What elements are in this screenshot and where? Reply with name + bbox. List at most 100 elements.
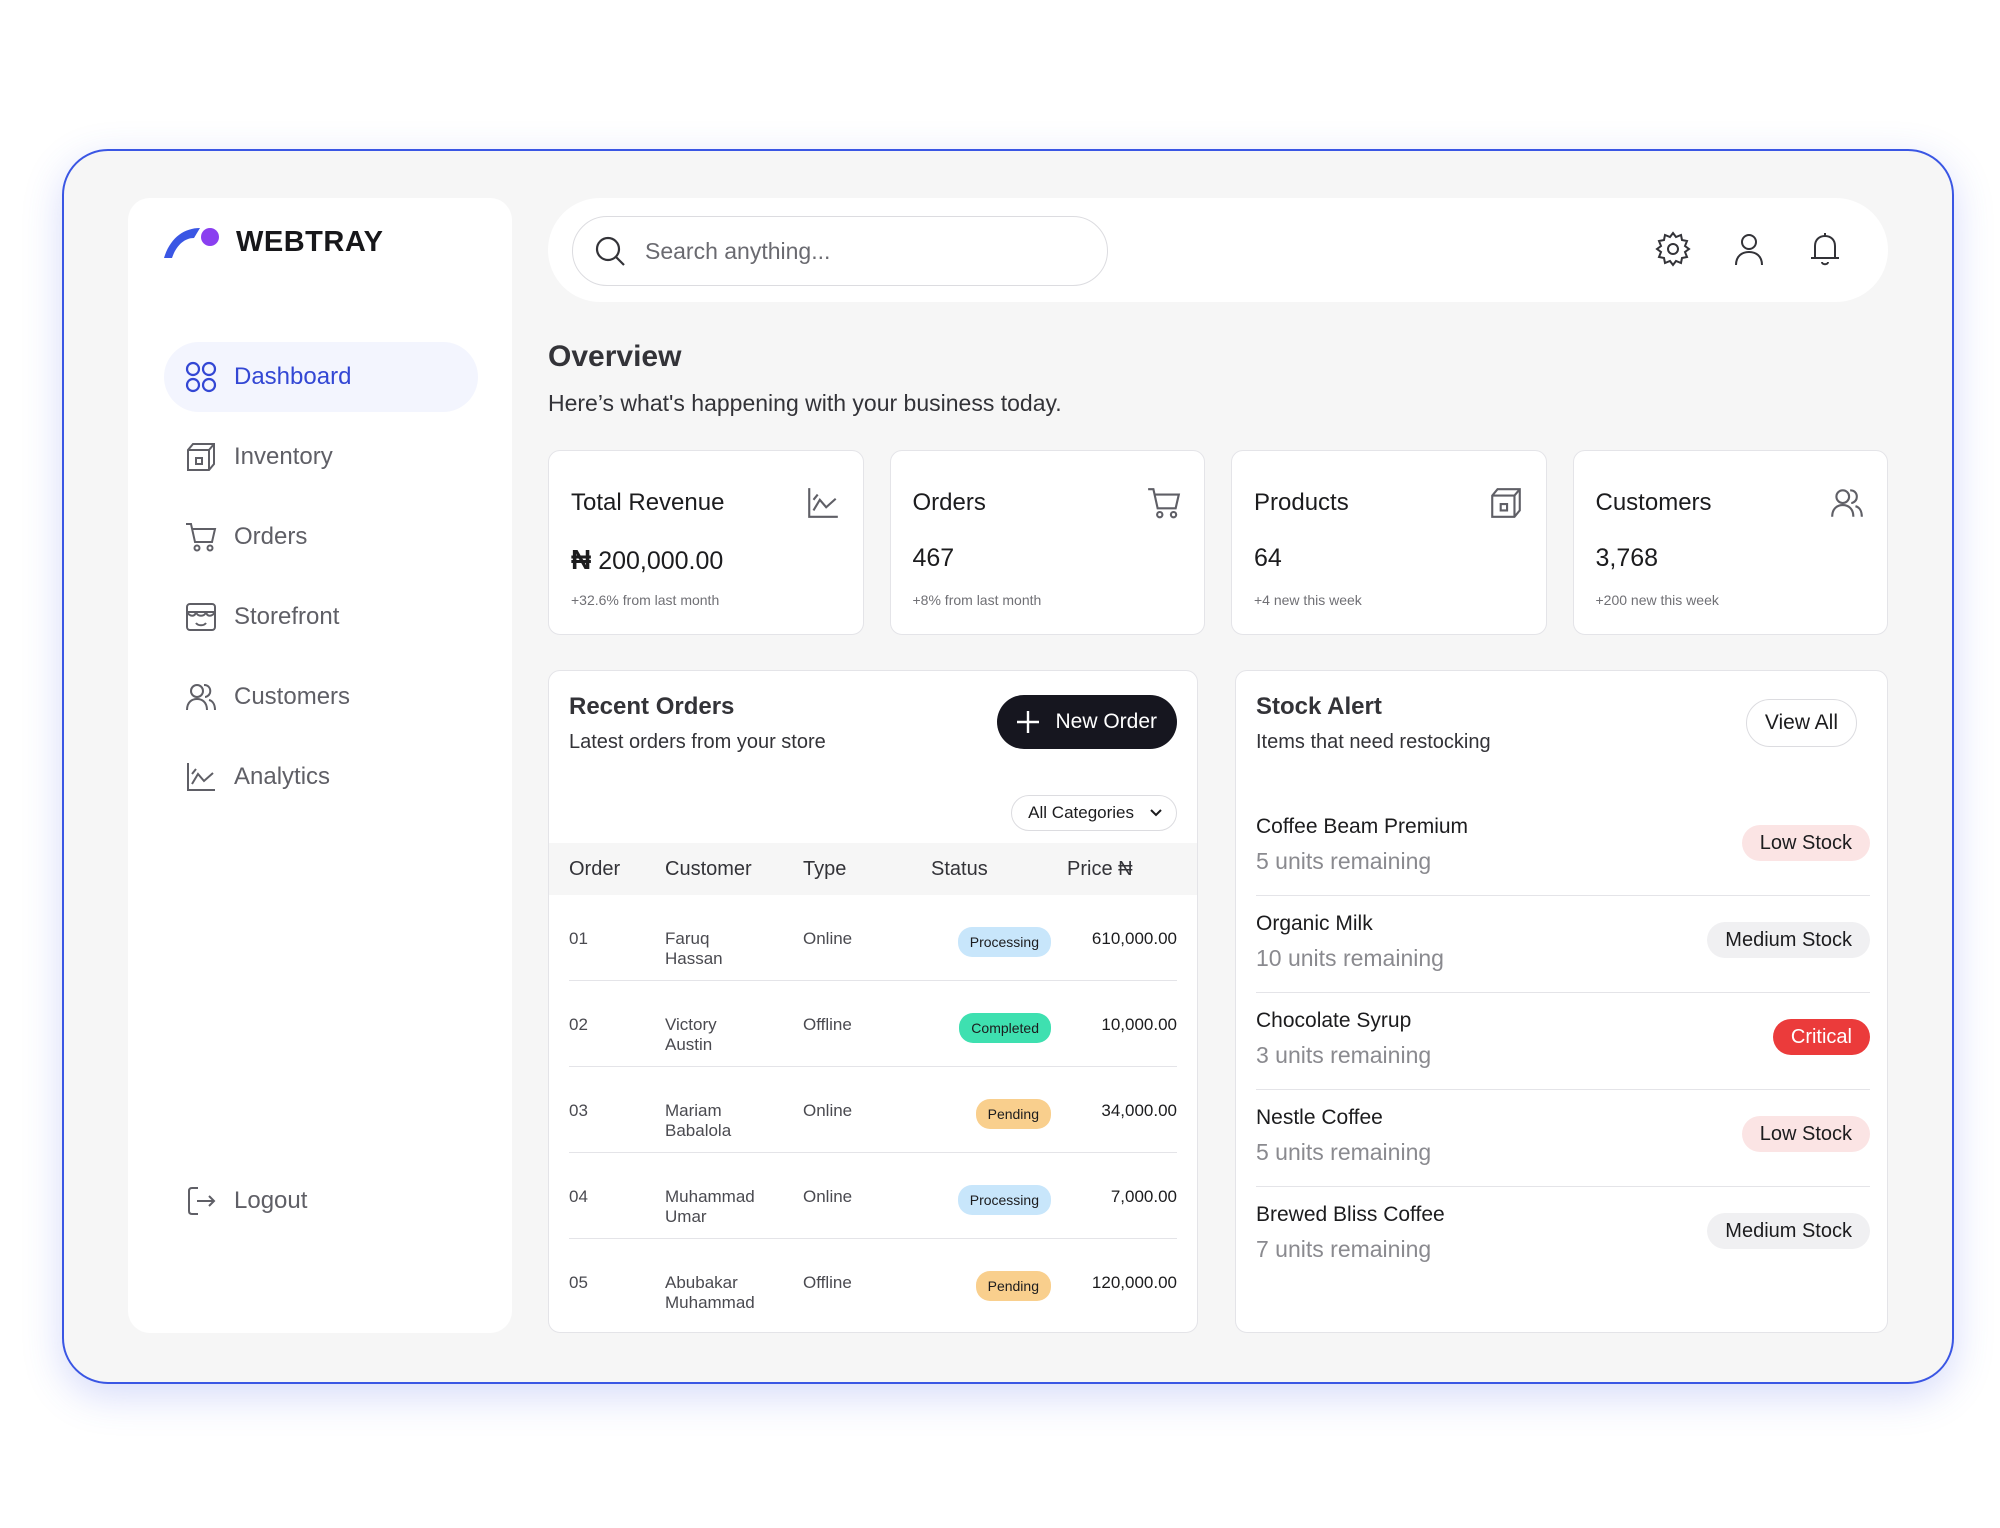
top-bar [548, 198, 1888, 302]
table-row[interactable]: 04 Muhammad Umar Online Processing 7,000.… [569, 1153, 1177, 1239]
order-id: 04 [569, 1187, 588, 1206]
stat-note: +8% from last month [912, 592, 1042, 608]
chart-icon [187, 763, 215, 791]
status-cell: Processing [931, 927, 1051, 957]
order-type: Online [803, 929, 853, 948]
status-cell: Pending [931, 1271, 1051, 1301]
units-remaining: 3 units remaining [1256, 1042, 1432, 1068]
list-item[interactable]: Nestle Coffee 5 units remaining Low Stoc… [1256, 1090, 1870, 1187]
stat-card-orders[interactable]: Orders 467 +8% from last month [889, 450, 1205, 635]
units-remaining: 5 units remaining [1256, 1139, 1432, 1165]
stat-card-products[interactable]: Products 64 +4 new this week [1231, 450, 1547, 635]
stock-level-badge: Medium Stock [1707, 1213, 1870, 1249]
order-price: 10,000.00 [1101, 1015, 1177, 1034]
page-subtitle: Here’s what's happening with your busine… [548, 390, 1062, 416]
order-price: 610,000.00 [1091, 929, 1177, 948]
logout-button[interactable]: Logout [184, 1184, 307, 1218]
category-select-value: All Categories [1028, 803, 1134, 822]
order-id: 03 [569, 1101, 588, 1120]
units-remaining: 7 units remaining [1256, 1236, 1432, 1262]
stock-list: Coffee Beam Premium 5 units remaining Lo… [1256, 799, 1870, 1284]
box-icon [187, 443, 215, 471]
order-id: 05 [569, 1273, 588, 1292]
list-item[interactable]: Chocolate Syrup 3 units remaining Critic… [1256, 993, 1870, 1090]
sidebar-item-dashboard[interactable]: Dashboard [164, 342, 478, 412]
stat-card-customers[interactable]: Customers 3,768 +200 new this week [1572, 450, 1888, 635]
list-item[interactable]: Organic Milk 10 units remaining Medium S… [1256, 896, 1870, 993]
list-item[interactable]: Brewed Bliss Coffee 7 units remaining Me… [1256, 1187, 1870, 1284]
product-name: Brewed Bliss Coffee [1256, 1203, 1445, 1226]
chart-icon [807, 488, 838, 518]
bell-icon[interactable] [1806, 230, 1844, 268]
column-header-status[interactable]: Status [931, 858, 988, 881]
customer-name: Faruq Hassan [665, 929, 723, 968]
users-icon [186, 684, 216, 711]
sidebar-item-storefront[interactable]: Storefront [164, 582, 478, 652]
column-header-order[interactable]: Order [569, 858, 620, 881]
table-row[interactable]: 03 Mariam Babalola Online Pending 34,000.… [569, 1067, 1177, 1153]
stock-level-badge: Low Stock [1741, 1116, 1870, 1152]
user-icon[interactable] [1730, 230, 1768, 268]
logo[interactable]: WEBTRAY [162, 224, 383, 260]
column-header-customer[interactable]: Customer [665, 858, 752, 881]
sidebar-item-label: Analytics [234, 763, 331, 790]
sidebar-item-label: Inventory [234, 443, 333, 470]
table-row[interactable]: 02 Victory Austin Offline Completed 10,00… [569, 981, 1177, 1067]
sidebar-nav: Dashboard Inventory Orders Storefront Cu… [164, 342, 478, 822]
recent-orders-panel: Recent Orders Latest orders from your st… [548, 670, 1198, 1333]
sidebar-item-customers[interactable]: Customers [164, 662, 478, 732]
list-item[interactable]: Coffee Beam Premium 5 units remaining Lo… [1256, 799, 1870, 896]
view-all-button[interactable]: View All [1745, 699, 1857, 747]
table-row[interactable]: 05 Abubakar Muhammad Offline Pending 120,… [569, 1239, 1177, 1325]
order-price: 120,000.00 [1091, 1273, 1177, 1292]
sidebar-item-orders[interactable]: Orders [164, 502, 478, 572]
box-icon [1490, 488, 1521, 518]
order-type: Offline [803, 1015, 852, 1034]
stock-level-badge: Medium Stock [1707, 922, 1870, 958]
status-badge: Completed [959, 1013, 1051, 1043]
column-header-price[interactable]: Price ₦ [1067, 858, 1133, 881]
stat-value: ₦ 200,000.00 [571, 544, 724, 575]
order-id: 01 [569, 929, 588, 948]
status-cell: Processing [931, 1185, 1051, 1215]
new-order-label: New Order [1055, 710, 1157, 733]
sidebar-item-label: Customers [234, 683, 351, 710]
sidebar-item-inventory[interactable]: Inventory [164, 422, 478, 492]
sidebar-item-label: Dashboard [234, 363, 352, 390]
category-select[interactable]: All Categories [1011, 795, 1177, 831]
search-icon [595, 236, 625, 266]
sidebar-item-label: Storefront [234, 603, 340, 630]
status-badge: Pending [975, 1099, 1051, 1129]
panel-title: Stock Alert [1256, 693, 1382, 720]
stat-value: 64 [1254, 544, 1282, 572]
customer-name: Victory Austin [665, 1015, 717, 1054]
orders-table-body: 01 Faruq Hassan Online Processing 610,000… [569, 895, 1177, 1325]
gear-icon[interactable] [1654, 230, 1692, 268]
stat-label: Customers [1595, 489, 1712, 516]
units-remaining: 10 units remaining [1256, 945, 1444, 971]
stat-value: 467 [912, 544, 955, 572]
stat-card-revenue[interactable]: Total Revenue ₦ 200,000.00 +32.6% from l… [548, 450, 864, 635]
storefront-icon [186, 603, 216, 631]
sidebar-item-analytics[interactable]: Analytics [164, 742, 478, 812]
chevron-down-icon [1150, 809, 1162, 817]
table-row[interactable]: 01 Faruq Hassan Online Processing 610,000… [569, 895, 1177, 981]
order-type: Online [803, 1101, 853, 1120]
cart-icon [186, 523, 217, 552]
logout-label: Logout [234, 1187, 308, 1214]
column-header-type[interactable]: Type [803, 858, 846, 881]
panel-title: Recent Orders [569, 693, 735, 720]
logo-mark-icon [162, 224, 220, 260]
stat-label: Total Revenue [571, 489, 725, 516]
dashboard-grid-icon [185, 361, 217, 393]
panel-subtitle: Latest orders from your store [569, 731, 826, 753]
search-input[interactable] [645, 237, 1065, 265]
new-order-button[interactable]: New Order [997, 695, 1177, 749]
search-box[interactable] [572, 216, 1108, 286]
status-cell: Pending [931, 1099, 1051, 1129]
stock-alert-panel: Stock Alert Items that need restocking V… [1235, 670, 1888, 1333]
order-type: Offline [803, 1273, 852, 1292]
stat-note: +32.6% from last month [571, 592, 720, 608]
status-badge: Pending [975, 1271, 1051, 1301]
product-name: Nestle Coffee [1256, 1106, 1383, 1129]
